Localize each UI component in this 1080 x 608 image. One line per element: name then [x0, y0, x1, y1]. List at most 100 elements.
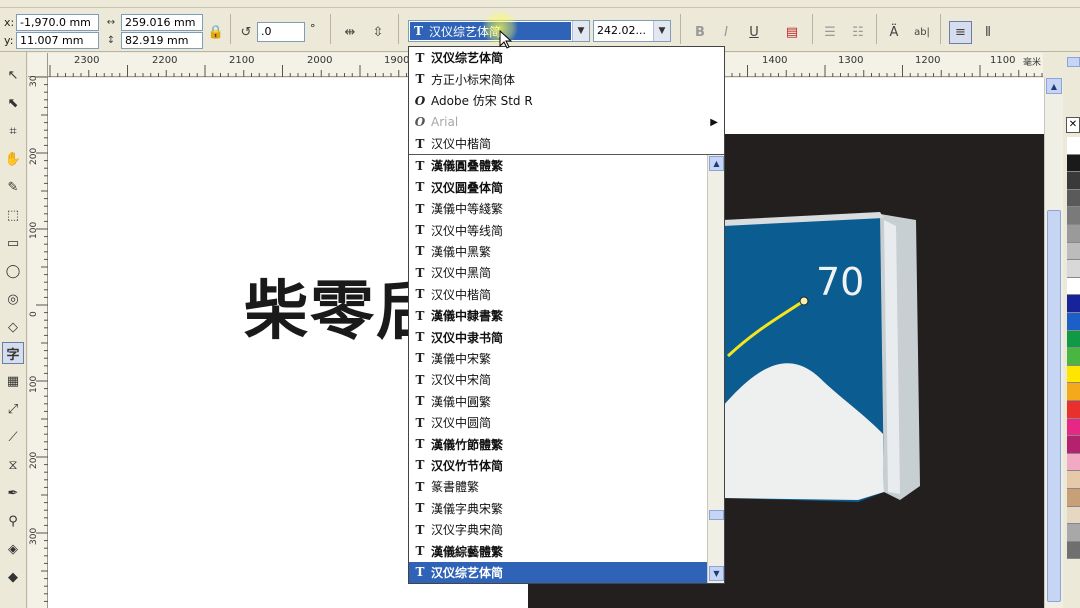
shape-tool-icon[interactable]: ⬉: [2, 92, 24, 114]
rectangle-tool-icon[interactable]: ▭: [2, 232, 24, 254]
font-item[interactable]: T 漢儀中黑繁: [409, 241, 707, 263]
freehand-tool-icon[interactable]: ✎: [2, 176, 24, 198]
color-swatch[interactable]: [1067, 348, 1080, 366]
recent-font-item[interactable]: O Adobe 仿宋 Std R: [409, 90, 724, 112]
color-swatch[interactable]: [1067, 137, 1080, 155]
font-item[interactable]: T 汉仪中楷简: [409, 283, 707, 305]
y-position-field[interactable]: 11.007 mm: [16, 32, 99, 49]
recent-font-item[interactable]: T 汉仪中楷简: [409, 133, 724, 155]
font-item[interactable]: T 汉仪圆叠体简: [409, 176, 707, 198]
no-color-icon[interactable]: ✕: [1066, 117, 1080, 133]
width-field[interactable]: 259.016 mm: [121, 14, 203, 31]
text-align-icon[interactable]: ▤: [782, 22, 802, 42]
font-item[interactable]: T 漢儀中隸書繁: [409, 305, 707, 327]
scroll-up-icon[interactable]: ▲: [709, 156, 724, 171]
bold-icon[interactable]: B: [690, 22, 710, 42]
text-tool-icon[interactable]: 字: [2, 342, 24, 364]
color-swatch[interactable]: [1067, 330, 1080, 349]
outline-tool-icon[interactable]: ⚲: [2, 510, 24, 532]
font-item[interactable]: T 汉仪中等线简: [409, 219, 707, 241]
recent-font-item[interactable]: O Arial ▶: [409, 112, 724, 134]
color-swatch[interactable]: [1067, 365, 1080, 384]
interactive-fill-icon[interactable]: ◆: [2, 566, 24, 588]
smart-fill-icon[interactable]: ⬚: [2, 204, 24, 226]
bullet-list-icon[interactable]: ☰: [820, 22, 840, 42]
scroll-down-icon[interactable]: ▼: [709, 566, 724, 581]
font-item[interactable]: T 漢儀字典宋繁: [409, 497, 707, 519]
recent-font-item[interactable]: T 方正小标宋简体: [409, 69, 724, 91]
color-swatch[interactable]: [1067, 154, 1080, 173]
color-swatch[interactable]: [1067, 506, 1080, 525]
font-item[interactable]: T 漢儀綜藝體繁: [409, 540, 707, 562]
color-swatch[interactable]: [1067, 295, 1080, 313]
color-swatch[interactable]: [1067, 471, 1080, 489]
color-swatch[interactable]: [1067, 383, 1080, 401]
horizontal-text-icon[interactable]: ≡: [949, 21, 972, 44]
spiral-tool-icon[interactable]: ◎: [2, 288, 24, 310]
vertical-text-icon[interactable]: ⦀: [978, 22, 998, 42]
connector-tool-icon[interactable]: ⟋: [2, 426, 24, 448]
color-swatch[interactable]: [1067, 489, 1080, 507]
mirror-horizontal-icon[interactable]: ⇹: [340, 22, 360, 42]
scroll-thumb[interactable]: [709, 510, 724, 520]
height-field[interactable]: 82.919 mm: [121, 32, 203, 49]
font-size-combo[interactable]: 242.02... ▼: [593, 20, 671, 42]
chevron-down-icon[interactable]: ▼: [653, 21, 670, 41]
scroll-up-icon[interactable]: ▲: [1046, 78, 1062, 94]
ellipse-tool-icon[interactable]: ◯: [2, 260, 24, 282]
pan-tool-icon[interactable]: ✋: [2, 148, 24, 170]
drop-cap-icon[interactable]: ☷: [848, 22, 868, 42]
color-swatch[interactable]: [1067, 436, 1080, 454]
color-swatch[interactable]: [1067, 189, 1080, 208]
color-swatch[interactable]: [1067, 242, 1080, 261]
color-swatch[interactable]: [1067, 313, 1080, 331]
character-format-icon[interactable]: Ä: [884, 22, 904, 42]
scroll-thumb[interactable]: [1047, 210, 1061, 602]
font-item[interactable]: T 漢儀中圓繁: [409, 390, 707, 412]
font-item[interactable]: T 汉仪中圆简: [409, 412, 707, 434]
color-swatch[interactable]: [1067, 207, 1080, 225]
font-item[interactable]: T 汉仪竹节体简: [409, 455, 707, 477]
font-item[interactable]: T 篆書體繁: [409, 476, 707, 498]
basic-shapes-icon[interactable]: ◇: [2, 316, 24, 338]
recent-font-item[interactable]: T 汉仪综艺体简: [409, 47, 724, 69]
color-swatch[interactable]: [1067, 524, 1080, 542]
color-swatch[interactable]: [1067, 541, 1080, 560]
vertical-scrollbar[interactable]: ▲: [1044, 78, 1063, 608]
lock-ratio-icon[interactable]: 🔒: [206, 22, 226, 42]
font-item-selected[interactable]: T 汉仪综艺体简: [409, 561, 707, 584]
font-item[interactable]: T 汉仪中宋简: [409, 369, 707, 391]
table-tool-icon[interactable]: ▦: [2, 370, 24, 392]
x-position-field[interactable]: -1,970.0 mm: [16, 14, 99, 31]
font-list-scrollbar[interactable]: ▲ ▼: [707, 155, 724, 583]
color-swatch[interactable]: [1067, 172, 1080, 190]
font-item[interactable]: T 漢儀中等綫繁: [409, 198, 707, 220]
fill-tool-icon[interactable]: ◈: [2, 538, 24, 560]
font-item[interactable]: T 漢儀竹節體繁: [409, 433, 707, 455]
eyedropper-tool-icon[interactable]: ✒: [2, 482, 24, 504]
color-swatch[interactable]: [1067, 418, 1080, 437]
font-item[interactable]: T 漢儀圓叠體繁: [409, 155, 707, 177]
pick-tool-icon[interactable]: ↖: [2, 64, 24, 86]
italic-icon[interactable]: I: [716, 22, 736, 42]
underline-icon[interactable]: U: [744, 22, 764, 42]
blend-tool-icon[interactable]: ⧖: [2, 454, 24, 476]
color-swatch[interactable]: [1067, 453, 1080, 472]
color-swatch[interactable]: [1067, 260, 1080, 278]
palette-scroll-up-icon[interactable]: [1067, 57, 1080, 67]
color-swatch[interactable]: [1067, 401, 1080, 419]
edit-text-icon[interactable]: ab|: [912, 22, 932, 42]
color-swatch[interactable]: [1067, 225, 1080, 243]
truetype-icon: T: [415, 372, 425, 387]
font-item[interactable]: T 汉仪中隶书简: [409, 326, 707, 348]
mirror-vertical-icon[interactable]: ⇳: [368, 22, 388, 42]
font-item[interactable]: T 汉仪字典宋简: [409, 519, 707, 541]
rotation-field[interactable]: .0: [257, 22, 305, 42]
font-item[interactable]: T 漢儀中宋繁: [409, 348, 707, 370]
crop-tool-icon[interactable]: ⌗: [2, 120, 24, 142]
font-item[interactable]: T 汉仪中黑简: [409, 262, 707, 284]
dimension-tool-icon[interactable]: ⤢: [2, 398, 24, 420]
font-dropdown-list[interactable]: T 汉仪综艺体简 T 方正小标宋简体 O Adobe 仿宋 Std R O Ar…: [408, 46, 725, 584]
color-swatch[interactable]: [1067, 277, 1080, 296]
chevron-down-icon[interactable]: ▼: [572, 21, 589, 41]
